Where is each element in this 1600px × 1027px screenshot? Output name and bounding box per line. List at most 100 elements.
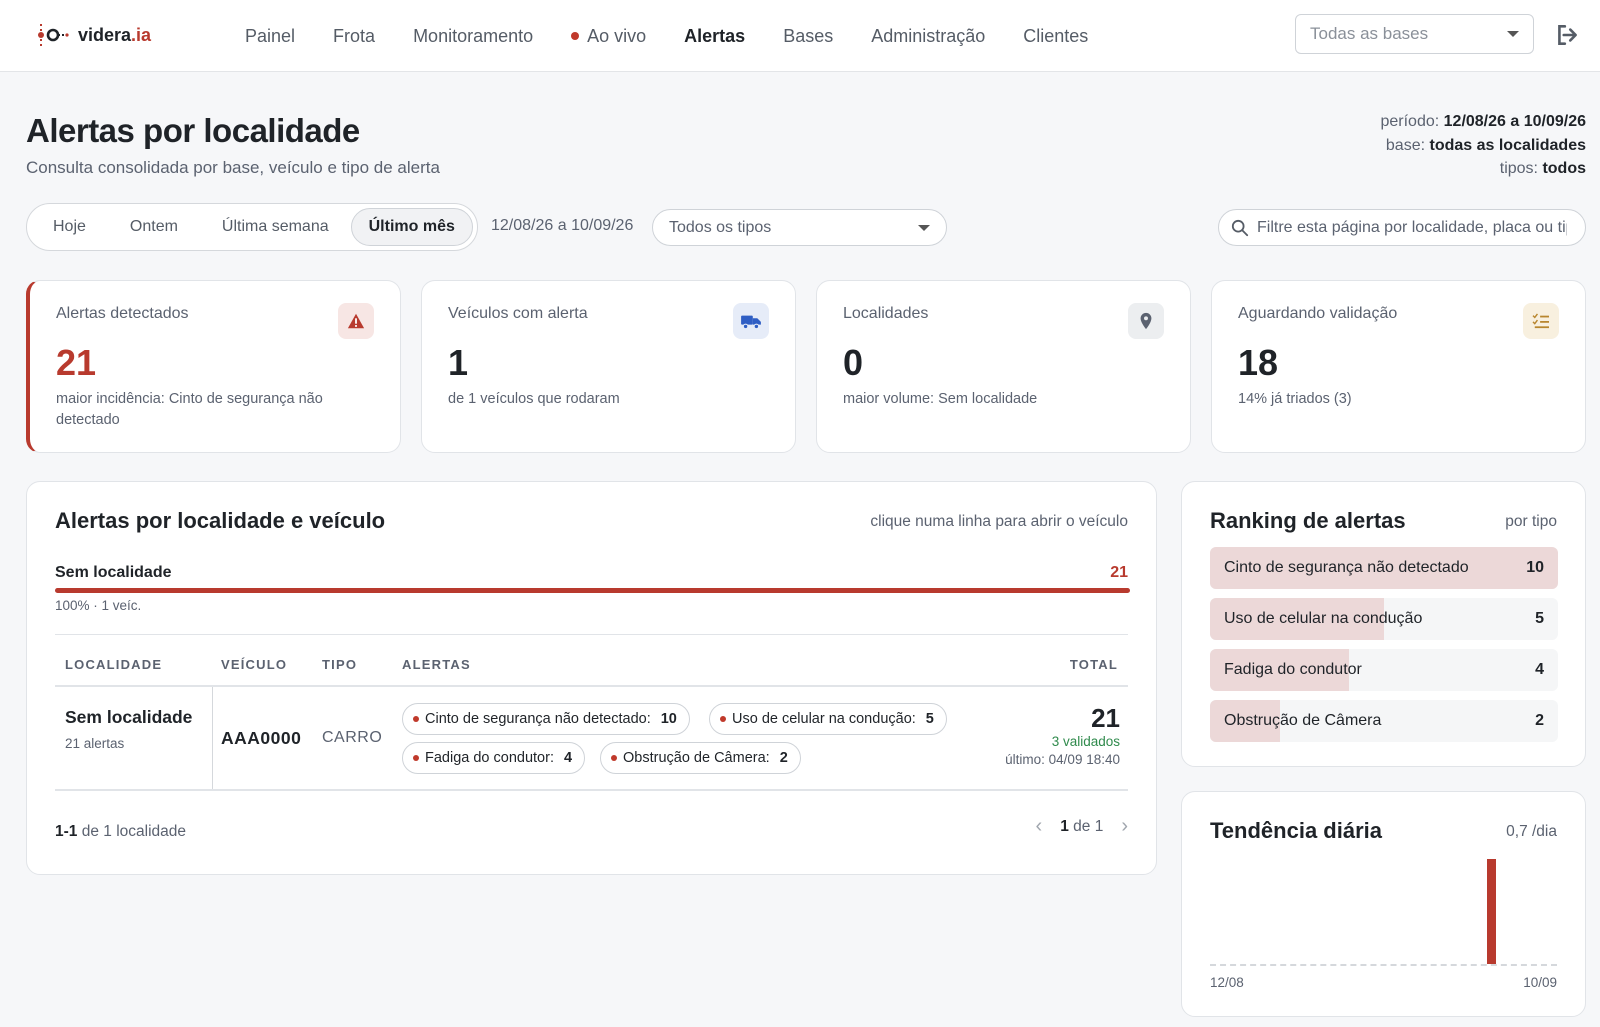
- column-localidade[interactable]: LOCALIDADE: [65, 657, 162, 672]
- search-icon: [1231, 219, 1249, 236]
- card-value: 1: [448, 342, 469, 383]
- logo-mark-icon: [38, 24, 69, 46]
- range-ontem[interactable]: Ontem: [108, 208, 200, 246]
- panel-hint: 0,7 /dia: [1506, 823, 1557, 840]
- dot-icon: [413, 716, 419, 722]
- card-sub: maior incidência: Cinto de segurança não…: [56, 391, 323, 428]
- nav-ao-vivo-label: Ao vivo: [587, 25, 647, 46]
- period-summary: período: 12/08/26 a 10/09/26: [1380, 113, 1586, 130]
- card-value: 21: [56, 342, 97, 383]
- page-search: [1218, 209, 1586, 246]
- row-location-sub: 21 alertas: [65, 736, 125, 751]
- ranking-panel: Ranking de alertas por tipo Cinto de seg…: [1181, 481, 1586, 767]
- nav-frota[interactable]: Frota: [314, 26, 394, 47]
- ranking-label: Fadiga do condutor: [1224, 661, 1362, 678]
- alert-chip[interactable]: Uso de celular na condução: 5: [709, 703, 947, 735]
- card-sub: de 1 veículos que rodaram: [448, 391, 620, 407]
- ranking-item[interactable]: Cinto de segurança não detectado 10: [1210, 547, 1558, 589]
- ranking-item[interactable]: Fadiga do condutor 4: [1210, 649, 1558, 691]
- card-label: Alertas detectados: [56, 305, 189, 322]
- card-label: Veículos com alerta: [448, 305, 588, 322]
- chevron-right-icon[interactable]: ›: [1121, 815, 1128, 838]
- alert-type-select[interactable]: Todos os tipos: [652, 209, 947, 246]
- ranking-value: 10: [1526, 559, 1544, 576]
- brand-logo[interactable]: videra.ia: [36, 20, 151, 50]
- column-total[interactable]: TOTAL: [1070, 657, 1118, 672]
- range-segmented-control: Hoje Ontem Última semana Último mês: [26, 203, 478, 251]
- range-ultima-semana[interactable]: Última semana: [200, 208, 351, 246]
- nav-bases[interactable]: Bases: [764, 26, 852, 47]
- ranking-item[interactable]: Uso de celular na condução 5: [1210, 598, 1558, 640]
- nav-administracao[interactable]: Administração: [852, 26, 1004, 47]
- base-select-value: Todas as bases: [1310, 24, 1429, 43]
- panel-title: Ranking de alertas: [1210, 508, 1406, 533]
- panel-hint: por tipo: [1505, 513, 1557, 530]
- date-range-label: 12/08/26 a 10/09/26: [491, 217, 634, 234]
- nav-painel[interactable]: Painel: [226, 26, 314, 47]
- card-value: 0: [843, 342, 864, 383]
- location-summary-bar: [55, 588, 1130, 593]
- table-row[interactable]: Sem localidade 21 alertas AAA0000 CARRO …: [55, 687, 1128, 791]
- row-last-alert: último: 04/09 18:40: [1005, 752, 1120, 767]
- page-indicator: 1 de 1: [1060, 817, 1104, 835]
- location-summary-name[interactable]: Sem localidade: [55, 564, 172, 582]
- pagination: ‹ 1 de 1 ›: [1036, 815, 1128, 838]
- column-alertas[interactable]: ALERTAS: [402, 657, 471, 672]
- alert-chip[interactable]: Fadiga do condutor: 4: [402, 742, 586, 774]
- ranking-value: 5: [1535, 610, 1544, 627]
- card-sub: 14% já triados (3): [1238, 391, 1352, 407]
- ranking-item[interactable]: Obstrução de Câmera 2: [1210, 700, 1558, 742]
- nav-clientes[interactable]: Clientes: [1004, 26, 1107, 47]
- alert-type-select-value: Todos os tipos: [669, 218, 772, 236]
- chevron-left-icon[interactable]: ‹: [1036, 815, 1043, 838]
- dot-icon: [720, 716, 726, 722]
- location-vehicle-panel: Alertas por localidade e veículo clique …: [26, 481, 1157, 875]
- panel-title: Alertas por localidade e veículo: [55, 508, 386, 533]
- range-ultimo-mes[interactable]: Último mês: [350, 208, 473, 246]
- column-tipo[interactable]: TIPO: [322, 657, 357, 672]
- trend-axis: [1210, 964, 1557, 966]
- alert-chip[interactable]: Cinto de segurança não detectado: 10: [402, 703, 690, 735]
- trend-panel: Tendência diária 0,7 /dia 12/08 10/09: [1181, 791, 1586, 1017]
- ranking-label: Obstrução de Câmera: [1224, 712, 1382, 729]
- range-hoje[interactable]: Hoje: [31, 208, 108, 246]
- base-select[interactable]: Todas as bases: [1295, 14, 1534, 54]
- main-nav: Painel Frota Monitoramento Ao vivo Alert…: [226, 0, 1107, 72]
- column-veiculo[interactable]: VEÍCULO: [221, 657, 287, 672]
- location-summary-count: 21: [1110, 564, 1128, 581]
- card-label: Localidades: [843, 305, 929, 322]
- truck-icon: [733, 303, 769, 339]
- row-total-cell: 21 3 validados último: 04/09 18:40: [1005, 703, 1120, 767]
- card-label: Aguardando validação: [1238, 305, 1398, 322]
- nav-ao-vivo[interactable]: Ao vivo: [552, 26, 665, 47]
- card-alertas-detectados: Alertas detectados 21 maior incidência: …: [26, 280, 401, 453]
- live-dot-icon: [571, 32, 580, 40]
- card-aguardando-validacao: Aguardando validação 18 14% já triados (…: [1211, 280, 1586, 453]
- warning-icon: [338, 303, 374, 339]
- dot-icon: [413, 755, 419, 761]
- page-title: Alertas por localidade: [26, 112, 360, 149]
- row-plate: AAA0000: [221, 728, 302, 748]
- brand-name: videra.ia: [78, 24, 152, 45]
- alert-chip[interactable]: Obstrução de Câmera: 2: [600, 742, 801, 774]
- logout-icon[interactable]: [1554, 22, 1580, 48]
- table-header: LOCALIDADE VEÍCULO TIPO ALERTAS TOTAL: [55, 634, 1128, 687]
- ranking-value: 4: [1535, 661, 1544, 678]
- chevron-down-icon: [1507, 31, 1519, 37]
- location-summary-share: 100% · 1 veíc.: [55, 598, 142, 613]
- nav-alertas[interactable]: Alertas: [665, 26, 764, 47]
- card-value: 18: [1238, 342, 1279, 383]
- trend-bar: [1487, 859, 1497, 964]
- trend-x-end: 10/09: [1523, 975, 1557, 990]
- trend-x-start: 12/08: [1210, 975, 1244, 990]
- dot-icon: [611, 755, 617, 761]
- checklist-icon: [1523, 303, 1559, 339]
- row-vehicle-type: CARRO: [322, 729, 383, 746]
- search-input[interactable]: [1257, 218, 1567, 237]
- row-total: 21: [1091, 703, 1120, 733]
- panel-title: Tendência diária: [1210, 818, 1382, 843]
- page-subtitle: Consulta consolidada por base, veículo e…: [26, 158, 440, 177]
- nav-monitoramento[interactable]: Monitoramento: [394, 26, 552, 47]
- pagination-summary: 1-1 de 1 localidade: [55, 823, 186, 840]
- row-location-name: Sem localidade: [65, 707, 193, 727]
